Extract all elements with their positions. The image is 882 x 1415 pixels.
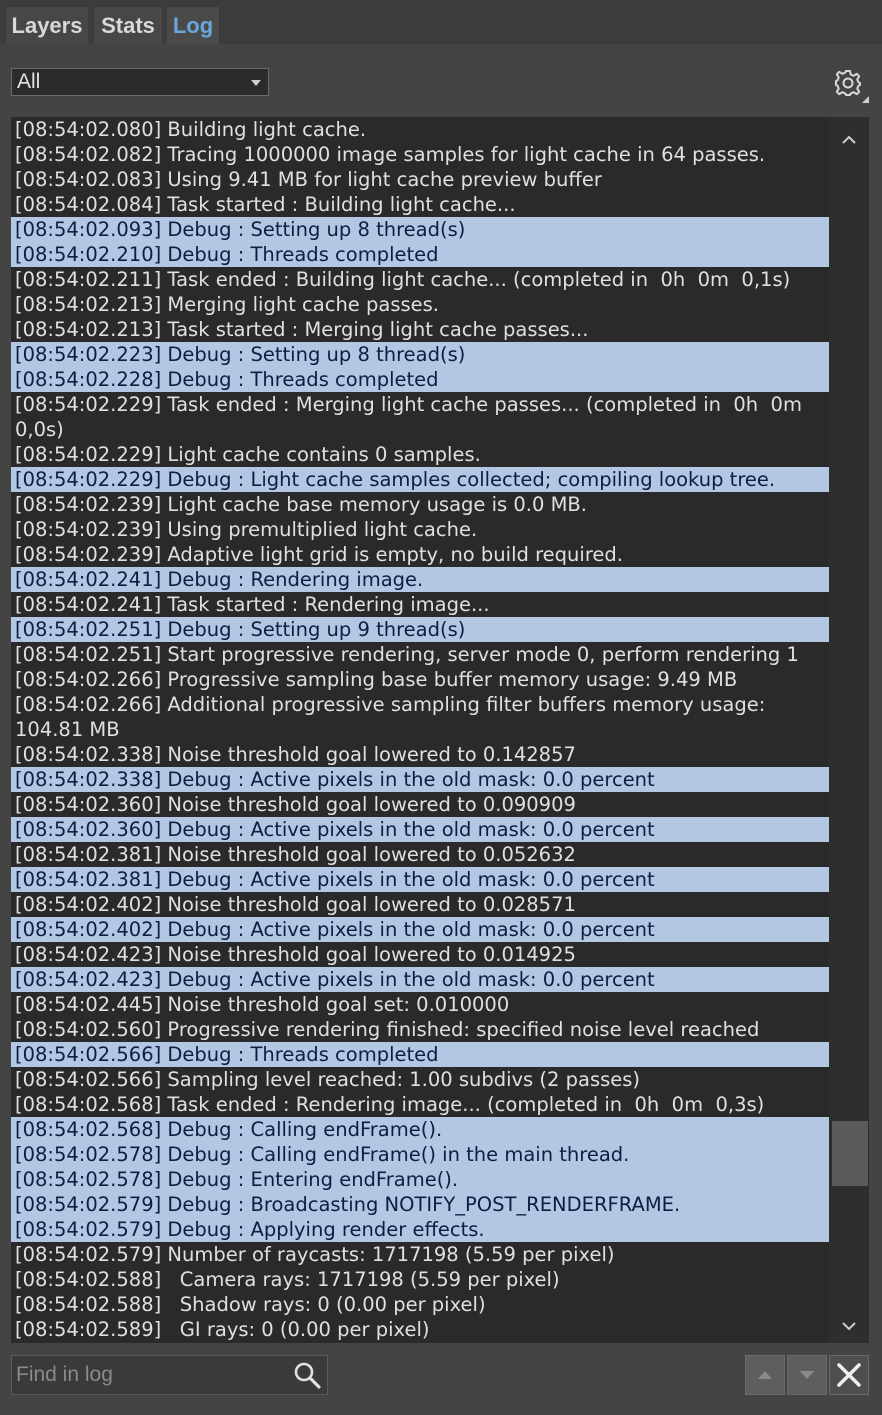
log-line: [08:54:02.402] Noise threshold goal lowe…	[15, 893, 576, 916]
log-line: [08:54:02.083] Using 9.41 MB for light c…	[15, 168, 602, 191]
log-line-debug: [08:54:02.402] Debug : Active pixels in …	[11, 917, 829, 942]
tab-layers[interactable]: Layers	[6, 7, 88, 44]
find-in-log-input[interactable]	[12, 1356, 282, 1394]
log-line: [08:54:02.423] Noise threshold goal lowe…	[15, 943, 576, 966]
log-line: [08:54:02.213] Merging light cache passe…	[15, 293, 440, 316]
log-output[interactable]: [08:54:02.080] Building light cache. [08:…	[11, 117, 829, 1343]
log-panel: All [08:54:02.080] Building light cache.…	[0, 44, 876, 1415]
log-line-debug: [08:54:02.093] Debug : Setting up 8 thre…	[11, 217, 829, 242]
gear-icon[interactable]	[833, 68, 863, 98]
log-line-debug: [08:54:02.423] Debug : Active pixels in …	[11, 967, 829, 992]
log-line-debug: [08:54:02.578] Debug : Calling endFrame(…	[11, 1142, 829, 1167]
log-line-debug: [08:54:02.566] Debug : Threads completed	[11, 1042, 829, 1067]
log-line-debug: [08:54:02.223] Debug : Setting up 8 thre…	[11, 342, 829, 367]
log-line: [08:54:02.084] Task started : Building l…	[15, 193, 516, 216]
log-line-debug: [08:54:02.579] Debug : Broadcasting NOTI…	[11, 1192, 829, 1217]
log-line: [08:54:02.566] Sampling level reached: 1…	[15, 1068, 641, 1091]
log-line-debug: [08:54:02.228] Debug : Threads completed	[11, 367, 829, 392]
dropdown-arrow-icon	[251, 80, 261, 86]
tab-log[interactable]: Log	[167, 7, 219, 44]
log-line-debug: [08:54:02.579] Debug : Applying render e…	[11, 1217, 829, 1242]
log-line: [08:54:02.360] Noise threshold goal lowe…	[15, 793, 576, 816]
log-line: [08:54:02.239] Light cache base memory u…	[15, 493, 588, 516]
find-in-log-box	[11, 1355, 328, 1395]
log-line-debug: [08:54:02.338] Debug : Active pixels in …	[11, 767, 829, 792]
scroll-down-icon[interactable]	[829, 1309, 869, 1343]
search-icon[interactable]	[292, 1360, 322, 1390]
log-line-debug: [08:54:02.241] Debug : Rendering image.	[11, 567, 829, 592]
log-line: [08:54:02.239] Using premultiplied light…	[15, 518, 478, 541]
log-line: [08:54:02.241] Task started : Rendering …	[15, 593, 490, 616]
scrollbar-thumb[interactable]	[832, 1121, 868, 1186]
log-line: [08:54:02.213] Task started : Merging li…	[15, 318, 589, 341]
find-next-button[interactable]	[787, 1355, 827, 1395]
log-line-debug: [08:54:02.568] Debug : Calling endFrame(…	[11, 1117, 829, 1142]
log-line-debug: [08:54:02.251] Debug : Setting up 9 thre…	[11, 617, 829, 642]
log-line: [08:54:02.588] Shadow rays: 0 (0.00 per …	[15, 1293, 486, 1316]
log-filter-value: All	[17, 70, 41, 93]
log-line-debug: [08:54:02.578] Debug : Entering endFrame…	[11, 1167, 829, 1192]
log-line: [08:54:02.381] Noise threshold goal lowe…	[15, 843, 576, 866]
close-icon[interactable]	[829, 1355, 869, 1395]
log-line: [08:54:02.229] Light cache contains 0 sa…	[15, 443, 481, 466]
log-line: [08:54:02.579] Number of raycasts: 17171…	[15, 1243, 615, 1266]
log-line: [08:54:02.588] Camera rays: 1717198 (5.5…	[15, 1268, 560, 1291]
find-previous-button[interactable]	[745, 1355, 785, 1395]
log-line: [08:54:02.080] Building light cache.	[15, 118, 367, 141]
scroll-up-icon[interactable]	[829, 123, 869, 157]
log-line: [08:54:02.239] Adaptive light grid is em…	[15, 543, 623, 566]
log-line: [08:54:02.251] Start progressive renderi…	[15, 643, 799, 666]
log-line: [08:54:02.211] Task ended : Building lig…	[15, 268, 791, 291]
log-line: [08:54:02.266] Progressive sampling base…	[15, 668, 738, 691]
log-line: [08:54:02.568] Task ended : Rendering im…	[15, 1093, 765, 1116]
log-line: [08:54:02.266] Additional progressive sa…	[15, 693, 772, 741]
log-line-debug: [08:54:02.381] Debug : Active pixels in …	[11, 867, 829, 892]
log-line-debug: [08:54:02.210] Debug : Threads completed	[11, 242, 829, 267]
log-filter-dropdown[interactable]: All	[11, 68, 269, 96]
log-line: [08:54:02.082] Tracing 1000000 image sam…	[15, 143, 766, 166]
menu-corner-icon	[862, 96, 869, 103]
tab-bar: Layers Stats Log	[0, 0, 882, 44]
log-line: [08:54:02.229] Task ended : Merging ligh…	[15, 393, 815, 441]
log-line-debug: [08:54:02.360] Debug : Active pixels in …	[11, 817, 829, 842]
log-line: [08:54:02.445] Noise threshold goal set:…	[15, 993, 510, 1016]
log-line: [08:54:02.338] Noise threshold goal lowe…	[15, 743, 576, 766]
log-line-debug: [08:54:02.229] Debug : Light cache sampl…	[11, 467, 829, 492]
log-line: [08:54:02.589] GI rays: 0 (0.00 per pixe…	[15, 1318, 430, 1341]
tab-stats[interactable]: Stats	[94, 7, 162, 44]
log-scrollbar[interactable]	[829, 117, 869, 1343]
log-line: [08:54:02.560] Progressive rendering fin…	[15, 1018, 760, 1041]
